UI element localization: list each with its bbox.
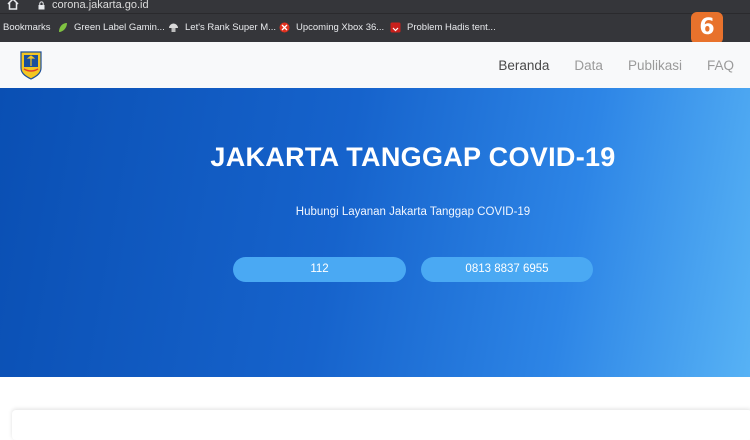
content-card xyxy=(12,410,750,440)
leaf-icon xyxy=(59,22,67,32)
main-nav: Beranda Data Publikasi FAQ xyxy=(473,42,734,88)
url-text[interactable]: corona.jakarta.go.id xyxy=(52,0,149,12)
xbox-icon xyxy=(279,22,290,33)
nav-data[interactable]: Data xyxy=(574,58,603,73)
call-hotline-button[interactable]: 0813 8837 6955 xyxy=(421,257,593,282)
bookmark-lets-rank[interactable]: Let's Rank Super M... xyxy=(168,14,276,42)
nav-publikasi[interactable]: Publikasi xyxy=(628,58,682,73)
hero-title: JAKARTA TANGGAP COVID-19 xyxy=(210,142,616,172)
hero-subtitle: Hubungi Layanan Jakarta Tanggap COVID-19 xyxy=(295,206,531,218)
hero-banner: JAKARTA TANGGAP COVID-19 Hubungi Layanan… xyxy=(0,88,750,377)
bookmark-red-icon xyxy=(390,22,401,33)
watermark-logo: 6 xyxy=(691,12,723,44)
site-header: Beranda Data Publikasi FAQ xyxy=(0,42,750,88)
bookmark-label: Upcoming Xbox 36... xyxy=(296,22,385,33)
bookmark-label: Green Label Gamin... xyxy=(74,22,165,33)
lock-icon xyxy=(38,1,45,10)
bookmark-green-label[interactable]: Green Label Gamin... xyxy=(57,14,165,42)
bookmark-label: Let's Rank Super M... xyxy=(185,22,277,33)
nav-beranda[interactable]: Beranda xyxy=(498,58,549,73)
jakarta-emblem-icon[interactable] xyxy=(19,50,43,80)
bookmark-problem-hadis[interactable]: Problem Hadis tent... xyxy=(390,14,496,42)
home-icon[interactable] xyxy=(6,0,20,11)
nav-faq[interactable]: FAQ xyxy=(707,58,734,73)
bookmarks-bar: Bookmarks Green Label Gamin... Let's Ran… xyxy=(0,13,750,42)
call-112-button[interactable]: 112 xyxy=(233,257,406,282)
bookmarks-label[interactable]: Bookmarks xyxy=(3,14,51,42)
mushroom-icon xyxy=(169,23,178,32)
bookmark-upcoming-xbox[interactable]: Upcoming Xbox 36... xyxy=(279,14,384,42)
bookmark-label: Problem Hadis tent... xyxy=(407,22,496,33)
browser-url-bar[interactable]: corona.jakarta.go.id xyxy=(0,0,750,13)
